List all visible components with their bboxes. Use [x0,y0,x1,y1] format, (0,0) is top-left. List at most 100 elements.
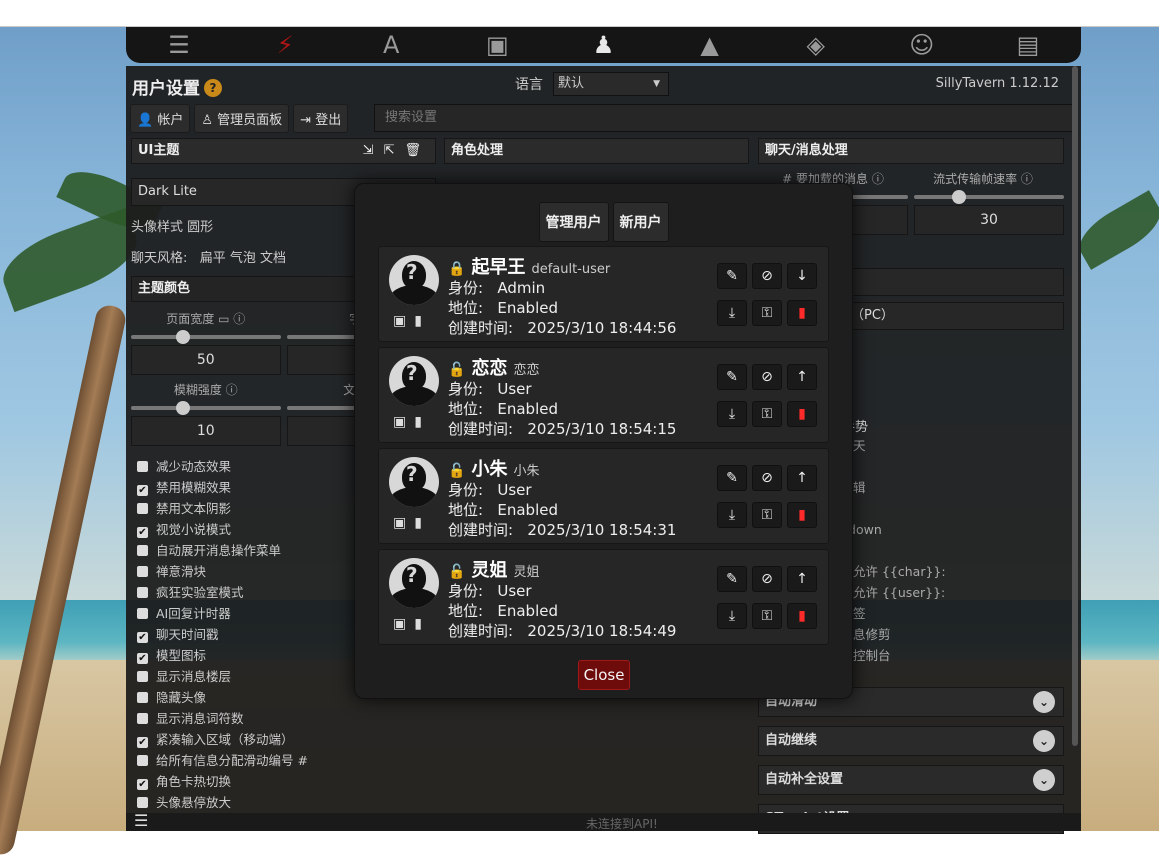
checkbox[interactable]: ✔ [137,527,148,538]
image-icon[interactable]: ▣ [393,414,414,430]
checkbox-row[interactable]: 给所有信息分配滑动编号 # [137,750,436,771]
admin-panel-button[interactable]: ♙ 管理员面板 [194,104,290,133]
checkbox[interactable] [137,545,148,556]
chat-option-item[interactable]: 敬聊天 [828,435,1064,456]
account-button[interactable]: 👤 帐户 [130,104,191,133]
slider-knob[interactable] [952,190,966,204]
checkbox[interactable] [137,461,148,472]
disable-button[interactable]: ⊘ [752,566,782,592]
chat-option-item[interactable]: 息中允许 {{user}}: [828,582,1064,603]
checkbox[interactable]: ✔ [137,779,148,790]
blur-slider[interactable] [131,401,281,415]
checkbox[interactable] [137,503,148,514]
disable-button[interactable]: ⊘ [752,465,782,491]
tab-new-user[interactable]: 新用户 [612,202,669,242]
checkbox[interactable]: ✔ [137,485,148,496]
chat-option-item[interactable]: 钮 [828,395,1064,416]
chat-option-item[interactable]: 按钮 [828,374,1064,395]
edit-button[interactable]: ✎ [717,566,747,592]
image-icon[interactable]: ▣ [393,515,414,531]
blur-value[interactable]: 10 [131,416,281,446]
checkbox[interactable] [137,608,148,619]
chat-option-item[interactable]: 示标签 [828,603,1064,624]
slider-knob[interactable] [176,330,191,344]
tab-manage-users[interactable]: 管理用户 [538,202,609,242]
smile-icon[interactable]: ☺ [892,31,952,59]
checkbox-row[interactable]: ✔ 角色卡热切换 [137,771,436,792]
chat-option-item[interactable]: 息编辑 [828,477,1064,498]
slider-knob[interactable] [176,401,191,415]
image-icon[interactable]: ▣ [393,313,414,329]
chat-option-item[interactable]: 继续 [828,332,1064,353]
user-gear-icon[interactable]: ♟ [573,31,633,59]
demote-button[interactable]: ↓ [787,263,817,289]
delete-user-button[interactable]: ▮ [787,401,817,427]
image-icon[interactable]: ▣ [393,616,414,632]
disable-button[interactable]: ⊘ [752,263,782,289]
edit-button[interactable]: ✎ [717,465,747,491]
checkbox-row[interactable]: 显示消息词符数 [137,708,436,729]
password-button[interactable]: ⚿ [752,603,782,629]
trash-icon[interactable]: ▮ [414,515,430,531]
trash-icon[interactable]: 🗑 [404,143,431,158]
chevron-down-icon[interactable]: ⌄ [1033,691,1055,713]
password-button[interactable]: ⚿ [752,401,782,427]
panel-scrollbar[interactable] [1072,66,1078,746]
import-icon[interactable]: ⇲ [363,143,384,158]
trash-icon[interactable]: ▮ [414,414,430,430]
promote-button[interactable]: ↑ [787,364,817,390]
cubes-icon[interactable]: ◈ [786,31,846,59]
chat-option-item[interactable]: arkdown [828,519,1064,540]
trash-icon[interactable]: ▮ [414,616,430,632]
help-icon[interactable]: ? [204,79,222,97]
chat-option-item[interactable]: 本 [828,540,1064,561]
checkbox[interactable] [137,755,148,766]
backup-button[interactable]: ⤓ [717,300,747,326]
chat-style-select[interactable]: 扁平 气泡 文档 [200,251,286,266]
image-icon[interactable]: ▲ [680,31,740,59]
sliders-icon[interactable]: ☰ [149,31,209,59]
backup-button[interactable]: ⤓ [717,502,747,528]
chat-option-item[interactable]: 息中允许 {{char}}: [828,561,1064,582]
checkbox[interactable]: ✔ [137,653,148,664]
chat-option-item[interactable]: 天 [828,456,1064,477]
page-width-value[interactable]: 50 [131,345,281,375]
chat-option-item[interactable]: 出到控制台 [828,645,1064,666]
collapsed-section[interactable]: 自动继续 ⌄ [758,726,1064,756]
stream-fps-slider[interactable] [914,190,1064,204]
chat-option-item[interactable]: 按钮 [828,353,1064,374]
disable-button[interactable]: ⊘ [752,364,782,390]
promote-button[interactable]: ↑ [787,566,817,592]
book-globe-icon[interactable]: ▣ [467,31,527,59]
password-button[interactable]: ⚿ [752,300,782,326]
options-menu-icon[interactable]: ☰ [134,811,148,830]
settings-search-input[interactable]: 搜索设置 [374,104,1074,132]
checkbox[interactable] [137,566,148,577]
collapsed-section[interactable]: 自动补全设置 ⌄ [758,765,1064,795]
logout-button[interactable]: ⇥ 登出 [293,104,349,133]
promote-button[interactable]: ↑ [787,465,817,491]
checkbox[interactable]: ✔ [137,737,148,748]
chevron-down-icon[interactable]: ⌄ [1033,769,1055,791]
delete-user-button[interactable]: ▮ [787,603,817,629]
chat-option-item[interactable]: 的消息修剪 [828,624,1064,645]
language-select[interactable]: 默认 ▼ [553,72,669,96]
export-icon[interactable]: ⇱ [384,143,405,158]
checkbox[interactable] [137,671,148,682]
close-button[interactable]: Close [578,660,630,690]
font-icon[interactable]: A [361,31,421,59]
checkbox[interactable]: ✔ [137,632,148,643]
stream-fps-value[interactable]: 30 [914,205,1064,235]
chevron-down-icon[interactable]: ⌄ [1033,730,1055,752]
delete-user-button[interactable]: ▮ [787,502,817,528]
chat-option-item[interactable]: 确认 [828,498,1064,519]
delete-user-button[interactable]: ▮ [787,300,817,326]
checkbox-row[interactable]: 头像悬停放大 [137,792,436,813]
edit-button[interactable]: ✎ [717,263,747,289]
backup-button[interactable]: ⤓ [717,603,747,629]
plug-icon[interactable]: ⚡ [255,31,315,59]
checkbox[interactable] [137,587,148,598]
password-button[interactable]: ⚿ [752,502,782,528]
checkbox[interactable] [137,692,148,703]
edit-button[interactable]: ✎ [717,364,747,390]
